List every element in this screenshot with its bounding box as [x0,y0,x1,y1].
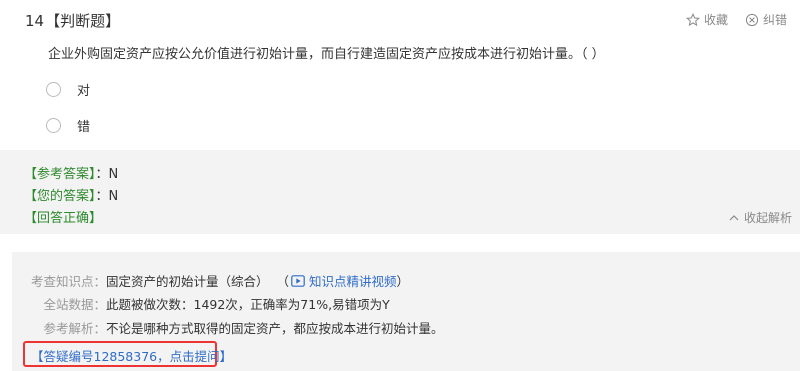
chevron-up-icon [729,215,739,221]
answer-result: 【回答正确】 [24,207,102,226]
reference-answer-value: ：N [95,167,119,182]
answer-panel: 【参考答案】：N 【您的答案】：N 【回答正确】 收起解析 [0,150,800,234]
radio-button[interactable] [46,82,61,97]
question-number: 14 [25,12,45,30]
your-answer: 【您的答案】：N [24,185,118,204]
report-error-button[interactable]: 纠错 [745,11,787,28]
paren-close: ） [396,274,410,289]
your-answer-key: 【您的答案】 [24,189,96,204]
knowledge-point-row: 考查知识点： 固定资产的初始计量（综合） （ 知识点精讲视频 ） [12,271,409,290]
ask-question-highlight: 【答疑编号12858376，点击提问】 [23,341,232,367]
radio-button[interactable] [46,118,61,133]
paren-open: （ [276,274,290,289]
question-header: 14【判断题】 收藏 纠错 [0,0,800,40]
stats-value: 此题被做次数：1492次，正确率为71%,易错项为Y [106,297,390,312]
star-icon [686,12,700,26]
favorite-button[interactable]: 收藏 [686,11,728,28]
result-label: 【回答正确】 [24,211,103,226]
question-type: 【判断题】 [45,12,121,30]
option-label: 对 [77,84,91,99]
reference-answer-key: 【参考答案】 [24,167,96,182]
report-label: 纠错 [763,13,788,27]
video-icon [291,274,305,287]
your-answer-value: ：N [95,189,119,204]
option-true[interactable]: 对 [46,80,90,99]
reference-analysis-key: 参考解析： [43,321,106,336]
reference-analysis-value: 不论是哪种方式取得的固定资产，都应按成本进行初始计量。 [106,321,444,336]
video-link-label: 知识点精讲视频 [309,274,397,289]
reference-analysis-row: 参考解析： 不论是哪种方式取得的固定资产，都应按成本进行初始计量。 [12,318,444,337]
collapse-label: 收起解析 [744,211,793,225]
question-stem: 企业外购固定资产应按公允价值进行初始计量，而自行建造固定资产应按成本进行初始计量… [48,47,605,62]
option-false[interactable]: 错 [46,116,90,135]
site-stats-row: 全站数据： 此题被做次数：1492次，正确率为71%,易错项为Y [12,294,390,313]
option-label: 错 [77,120,91,135]
report-icon [745,13,759,26]
ask-question-link[interactable]: 【答疑编号12858376，点击提问】 [31,346,232,365]
stats-key: 全站数据： [43,297,106,312]
collapse-analysis-button[interactable]: 收起解析 [729,209,792,226]
knowledge-key: 考查知识点： [30,274,106,289]
knowledge-video-link[interactable]: 知识点精讲视频 [289,271,397,290]
question-title: 14【判断题】 [25,10,120,31]
favorite-label: 收藏 [704,13,729,27]
knowledge-value: 固定资产的初始计量（综合） [106,274,269,289]
reference-answer: 【参考答案】：N [24,163,118,182]
